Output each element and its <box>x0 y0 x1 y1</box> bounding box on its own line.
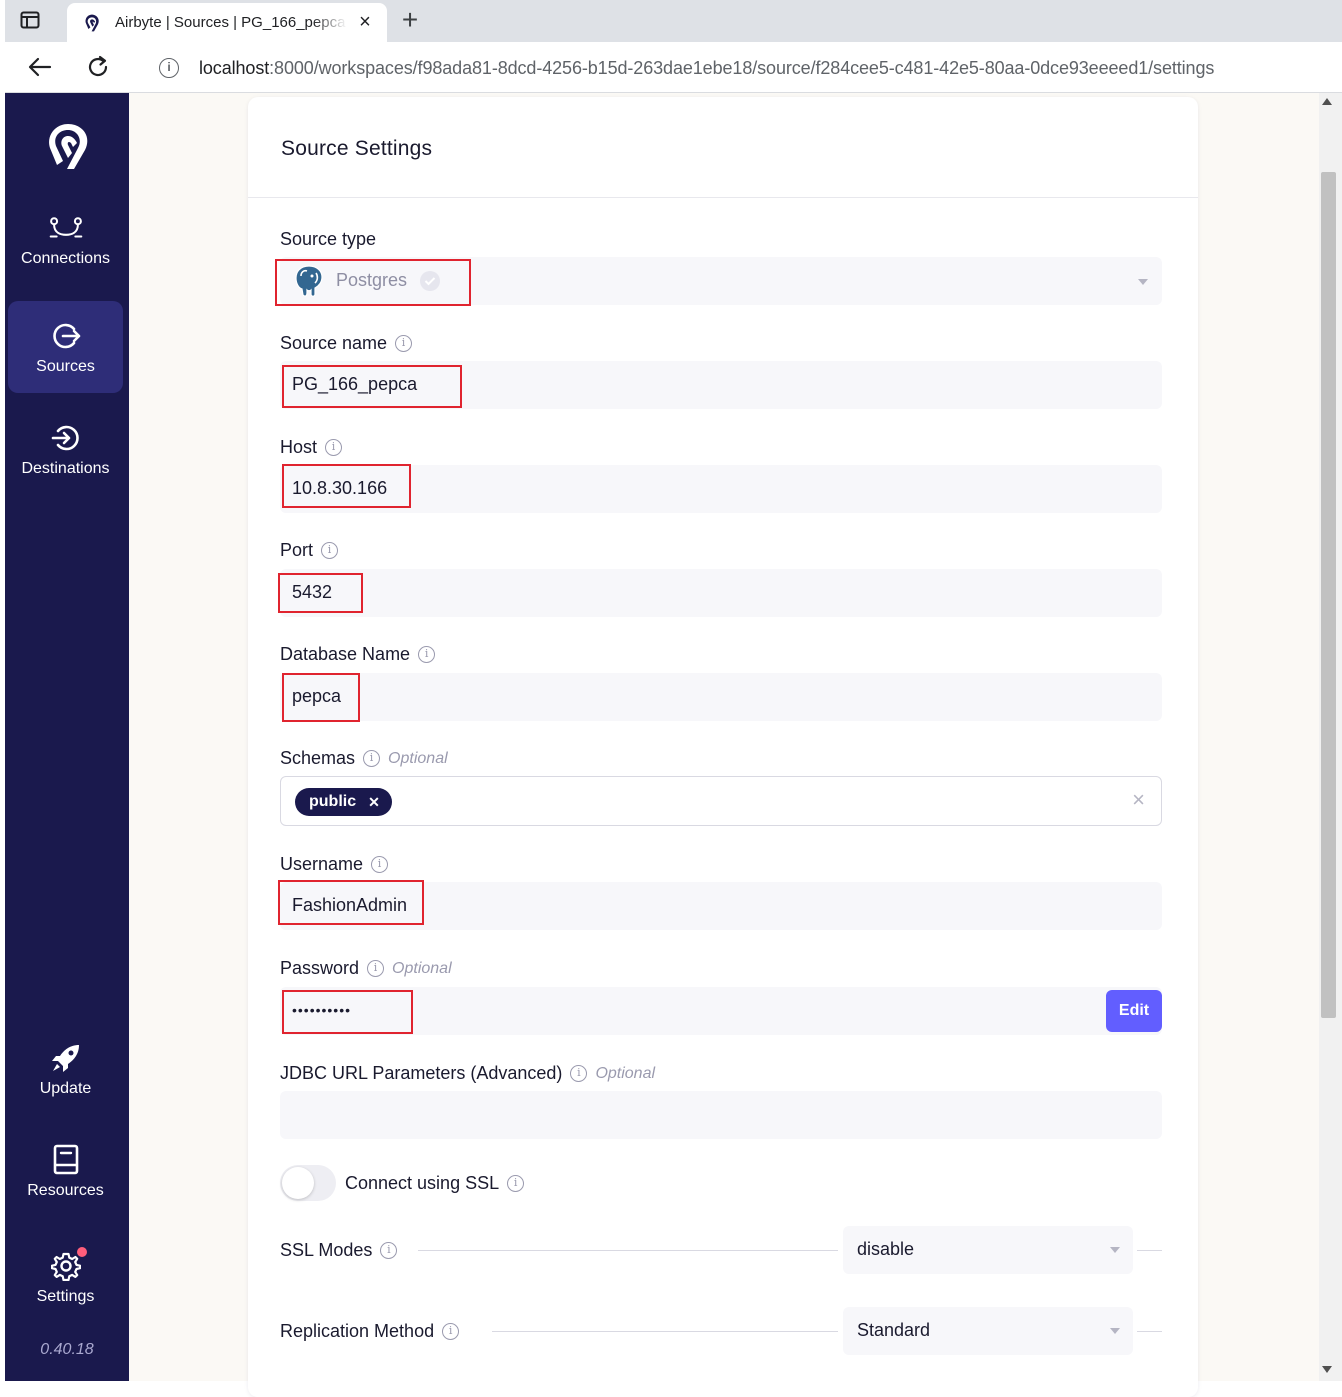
gear-icon <box>49 1246 87 1283</box>
divider <box>418 1250 838 1251</box>
info-icon[interactable]: i <box>395 335 413 352</box>
sidebar-item-label: Connections <box>21 249 110 267</box>
schema-chip[interactable]: public ✕ <box>295 788 392 816</box>
edit-password-button[interactable]: Edit <box>1106 990 1162 1032</box>
ssl-toggle[interactable] <box>280 1165 336 1201</box>
replication-method-label: Replication Method i <box>280 1321 460 1342</box>
sidebar: Connections Sources Destinations Update … <box>5 93 129 1381</box>
sidebar-item-label: Destinations <box>21 459 110 477</box>
chevron-down-icon <box>1110 1247 1120 1253</box>
sidebar-item-destinations[interactable]: Destinations <box>8 403 123 495</box>
host-label: Host i <box>280 437 343 458</box>
browser-tab-active[interactable]: Airbyte | Sources | PG_166_pepca × <box>67 3 387 42</box>
card-title: Source Settings <box>281 137 433 160</box>
host-input[interactable]: 10.8.30.166 <box>280 465 1162 513</box>
sidebar-item-resources[interactable]: Resources <box>8 1125 123 1217</box>
sidebar-item-label: Update <box>39 1079 92 1097</box>
divider <box>492 1331 838 1332</box>
highlight-box-username <box>278 880 424 925</box>
info-icon[interactable]: i <box>570 1065 588 1082</box>
browser-toolbar: i localhost:8000/workspaces/f98ada81-8dc… <box>5 42 1342 93</box>
info-icon[interactable]: i <box>442 1323 460 1340</box>
jdbc-input[interactable] <box>280 1091 1162 1139</box>
site-info-icon[interactable]: i <box>159 58 179 78</box>
sidebar-item-label: Settings <box>36 1287 95 1305</box>
app-version: 0.40.18 <box>40 1341 94 1358</box>
source-name-label: Source name i <box>280 333 413 354</box>
ssl-modes-select[interactable]: disable <box>843 1226 1133 1274</box>
schemas-label: Schemas i Optional <box>280 748 448 768</box>
password-label: Password i Optional <box>280 958 452 978</box>
window-menu-icon[interactable] <box>19 9 41 31</box>
airbyte-favicon-icon <box>81 12 103 34</box>
connections-icon <box>49 211 83 245</box>
new-tab-icon[interactable]: + <box>395 6 425 36</box>
sidebar-item-sources[interactable]: Sources <box>8 301 123 393</box>
source-type-label: Source type <box>280 229 377 249</box>
highlight-box-host <box>282 464 411 508</box>
schemas-input[interactable]: public ✕ × <box>280 776 1162 826</box>
info-icon[interactable]: i <box>380 1242 398 1259</box>
address-bar[interactable]: i localhost:8000/workspaces/f98ada81-8dc… <box>145 48 1342 88</box>
sidebar-item-connections[interactable]: Connections <box>8 193 123 285</box>
username-label: Username i <box>280 854 389 875</box>
port-input[interactable]: 5432 <box>280 569 1162 617</box>
info-icon[interactable]: i <box>363 750 381 767</box>
notification-dot <box>76 1246 87 1257</box>
chevron-down-icon <box>1110 1328 1120 1334</box>
replication-method-value: Standard <box>857 1320 931 1340</box>
scrollbar-thumb[interactable] <box>1321 172 1336 1018</box>
chevron-down-icon <box>1138 279 1148 285</box>
info-icon[interactable]: i <box>371 856 389 873</box>
jdbc-label: JDBC URL Parameters (Advanced) i Optional <box>280 1063 656 1083</box>
highlight-box-database-name <box>282 673 360 722</box>
highlight-box-source-name <box>282 365 462 408</box>
airbyte-logo-icon[interactable] <box>41 121 91 171</box>
sidebar-item-update[interactable]: Update <box>8 1023 123 1115</box>
tab-close-icon[interactable]: × <box>355 12 375 32</box>
destinations-icon <box>49 421 83 455</box>
reload-icon[interactable] <box>85 54 111 80</box>
sidebar-item-label: Resources <box>27 1181 104 1199</box>
database-name-label: Database Name i <box>280 644 436 665</box>
info-icon[interactable]: i <box>507 1175 525 1192</box>
sidebar-item-label: Sources <box>36 357 95 375</box>
info-icon[interactable]: i <box>367 960 385 977</box>
highlight-box-port <box>278 573 363 613</box>
rocket-icon <box>49 1041 83 1075</box>
divider <box>1137 1331 1162 1332</box>
info-icon[interactable]: i <box>418 646 436 663</box>
scroll-down-arrow-icon[interactable] <box>1322 1366 1332 1373</box>
book-icon <box>49 1143 83 1177</box>
port-label: Port i <box>280 540 339 561</box>
info-icon[interactable]: i <box>321 542 339 559</box>
ssl-modes-label: SSL Modes i <box>280 1240 398 1261</box>
sources-icon <box>49 319 83 353</box>
replication-method-select[interactable]: Standard <box>843 1307 1133 1355</box>
toggle-knob <box>282 1167 314 1199</box>
divider <box>1137 1250 1162 1251</box>
sidebar-item-settings[interactable]: Settings <box>8 1231 123 1323</box>
database-name-input[interactable]: pepca <box>280 673 1162 721</box>
browser-tabstrip: Airbyte | Sources | PG_166_pepca × + <box>5 0 1342 42</box>
ssl-label: Connect using SSL i <box>345 1173 525 1194</box>
highlight-box-password <box>282 990 413 1034</box>
chip-remove-icon[interactable]: ✕ <box>368 794 380 811</box>
card-header: Source Settings <box>248 97 1198 198</box>
back-arrow-icon[interactable] <box>27 54 53 80</box>
highlight-box-source-type <box>275 259 471 306</box>
url-text: localhost:8000/workspaces/f98ada81-8dcd-… <box>199 57 1215 78</box>
clear-all-icon[interactable]: × <box>1132 789 1145 811</box>
ssl-modes-value: disable <box>857 1239 915 1259</box>
tab-title: Airbyte | Sources | PG_166_pepca <box>115 14 346 31</box>
info-icon[interactable]: i <box>325 439 343 456</box>
scroll-up-arrow-icon[interactable] <box>1322 98 1332 105</box>
